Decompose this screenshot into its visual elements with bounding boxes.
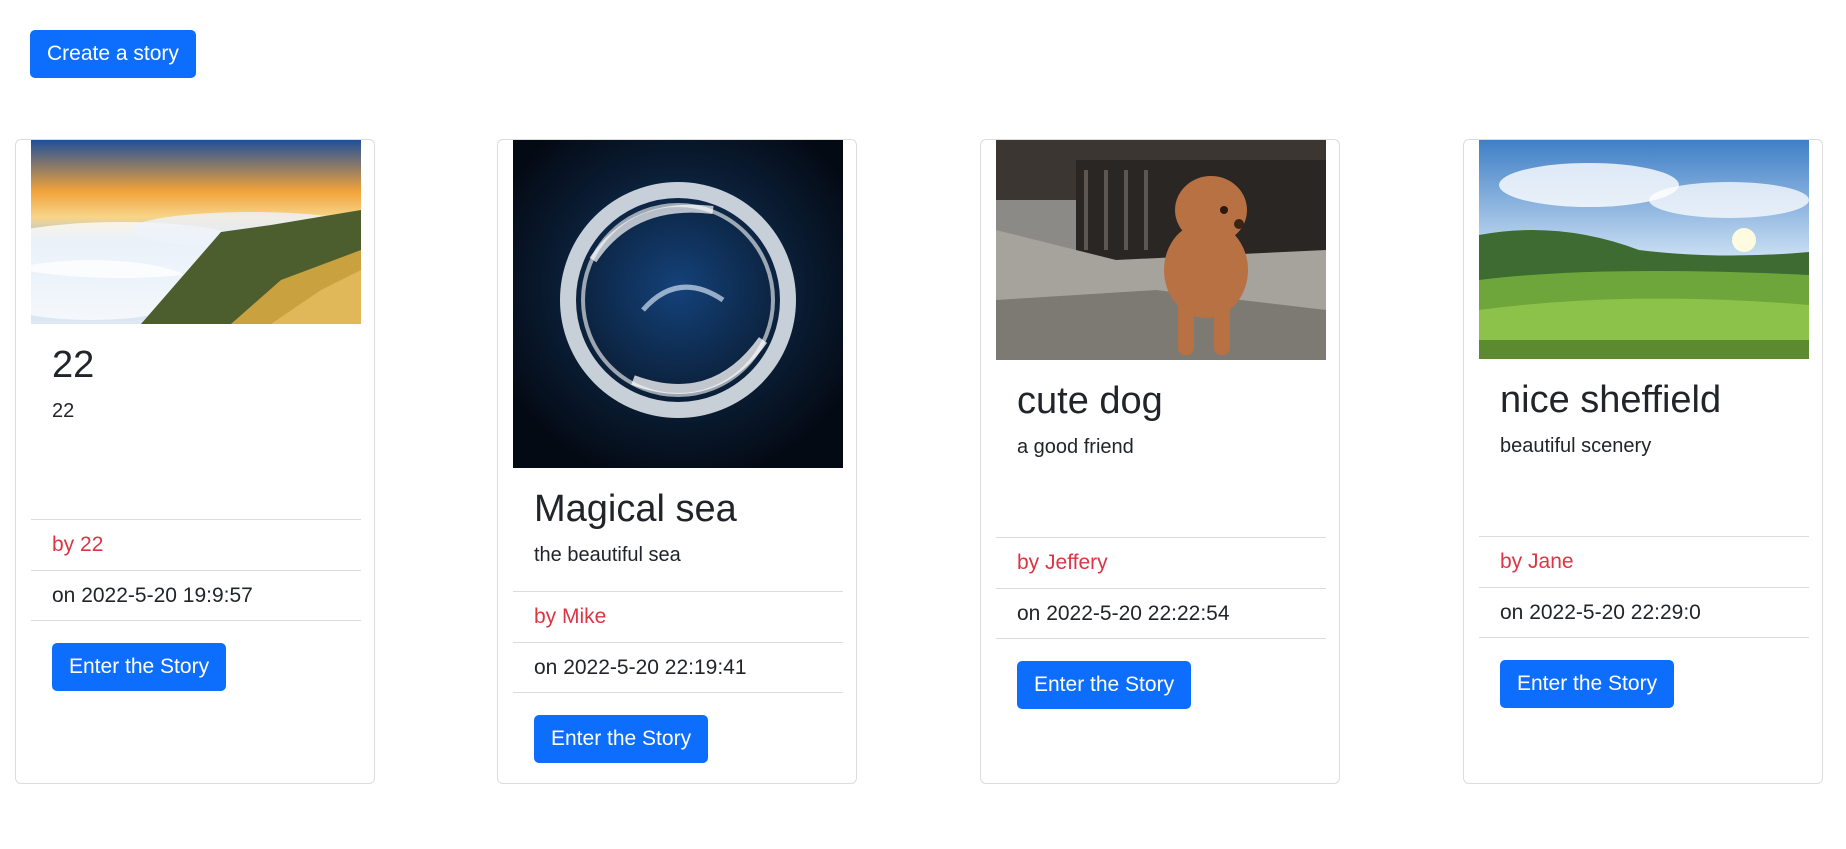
story-title: 22 bbox=[52, 344, 95, 386]
create-story-button[interactable]: Create a story bbox=[30, 30, 196, 78]
enter-story-button[interactable]: Enter the Story bbox=[1017, 661, 1192, 709]
story-image bbox=[513, 140, 843, 468]
story-title: Magical sea bbox=[534, 488, 737, 530]
story-date: on 2022-5-20 22:22:54 bbox=[996, 588, 1326, 639]
enter-story-button[interactable]: Enter the Story bbox=[534, 715, 709, 763]
story-subtitle: beautiful scenery bbox=[1500, 435, 1652, 457]
story-card: cute dog a good friend by Jeffery on 202… bbox=[980, 139, 1340, 784]
story-subtitle: a good friend bbox=[1017, 436, 1134, 458]
story-date: on 2022-5-20 19:9:57 bbox=[31, 570, 361, 621]
story-author: by 22 bbox=[31, 519, 361, 570]
story-image bbox=[31, 140, 361, 324]
story-subtitle: the beautiful sea bbox=[534, 544, 681, 566]
story-subtitle: 22 bbox=[52, 400, 75, 422]
story-image bbox=[1479, 140, 1809, 359]
story-card: nice sheffield beautiful scenery by Jane… bbox=[1463, 139, 1823, 784]
story-date: on 2022-5-20 22:19:41 bbox=[513, 642, 843, 693]
story-author: by Jeffery bbox=[996, 537, 1326, 588]
story-author: by Jane bbox=[1479, 536, 1809, 587]
enter-story-button[interactable]: Enter the Story bbox=[52, 643, 227, 691]
enter-story-button[interactable]: Enter the Story bbox=[1500, 660, 1675, 708]
story-card: 22 22 by 22 on 2022-5-20 19:9:57 Enter t… bbox=[15, 139, 375, 784]
story-card: Magical sea the beautiful sea by Mike on… bbox=[497, 139, 857, 784]
story-title: cute dog bbox=[1017, 380, 1163, 422]
story-date: on 2022-5-20 22:29:0 bbox=[1479, 587, 1809, 638]
story-title: nice sheffield bbox=[1500, 379, 1722, 421]
story-image bbox=[996, 140, 1326, 360]
story-author: by Mike bbox=[513, 591, 843, 642]
